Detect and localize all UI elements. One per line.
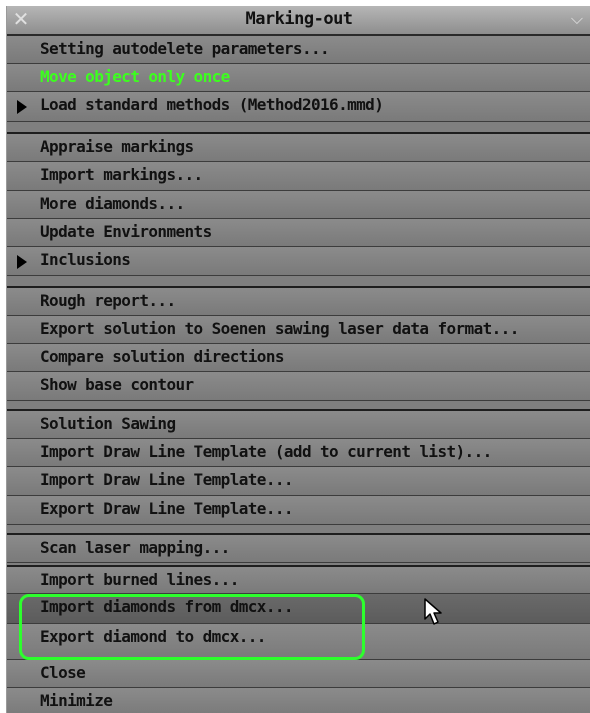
menu-item-import-draw-line-add[interactable]: Import Draw Line Template (add to curren… bbox=[7, 439, 590, 467]
menu-item-label: Move object only once bbox=[40, 67, 230, 86]
menu-item-compare-solution-directions[interactable]: Compare solution directions bbox=[7, 344, 590, 372]
menu-item-load-standard-methods[interactable]: Load standard methods (Method2016.mmd) bbox=[7, 92, 590, 122]
menu-title: Marking-out bbox=[245, 9, 353, 29]
submenu-arrow-icon bbox=[17, 255, 27, 269]
menu-item-label: Import burned lines... bbox=[40, 570, 239, 589]
menu-item-import-burned-lines[interactable]: Import burned lines... bbox=[7, 565, 590, 594]
menu-item-label: Export solution to Soenen sawing laser d… bbox=[40, 319, 519, 338]
menu-item-label: Import markings... bbox=[40, 165, 203, 184]
menu-item-label: Appraise markings bbox=[40, 137, 194, 156]
menu-item-label: Compare solution directions bbox=[40, 347, 284, 366]
menu-item-label: Import Draw Line Template (add to curren… bbox=[40, 442, 492, 461]
menu-item-label: Import diamonds from dmcx... bbox=[40, 597, 294, 616]
menu-item-label: Show base contour bbox=[40, 375, 194, 394]
menu-item-label: Inclusions bbox=[40, 250, 131, 269]
menu-item-label: Export diamond to dmcx... bbox=[40, 627, 266, 646]
marking-out-menu: ✕ Marking-out ⌵ Setting autodelete param… bbox=[6, 6, 590, 713]
menu-item-show-base-contour[interactable]: Show base contour bbox=[7, 372, 590, 401]
menu-item-rough-report[interactable]: Rough report... bbox=[7, 286, 590, 316]
menu-item-label: Update Environments bbox=[40, 222, 212, 241]
menu-item-minimize[interactable]: Minimize bbox=[7, 688, 590, 713]
menu-item-label: Close bbox=[40, 663, 86, 682]
menu-item-scan-laser-mapping[interactable]: Scan laser mapping... bbox=[7, 533, 590, 563]
menu-item-export-draw-line[interactable]: Export Draw Line Template... bbox=[7, 496, 590, 525]
menu-item-label: Scan laser mapping... bbox=[40, 538, 230, 557]
menu-item-export-soenen[interactable]: Export solution to Soenen sawing laser d… bbox=[7, 316, 590, 344]
menu-item-label: Load standard methods (Method2016.mmd) bbox=[40, 95, 384, 114]
menu-item-import-markings[interactable]: Import markings... bbox=[7, 162, 590, 191]
menu-item-label: More diamonds... bbox=[40, 194, 185, 213]
menu-item-setting-autodelete[interactable]: Setting autodelete parameters... bbox=[7, 36, 590, 64]
menu-item-more-diamonds[interactable]: More diamonds... bbox=[7, 191, 590, 219]
menu-item-export-diamond-dmcx[interactable]: Export diamond to dmcx... bbox=[7, 624, 590, 660]
chevron-down-icon[interactable]: ⌵ bbox=[565, 8, 589, 30]
mouse-pointer-icon bbox=[424, 598, 442, 625]
menu-item-label: Minimize bbox=[40, 691, 113, 710]
menu-item-label: Import Draw Line Template... bbox=[40, 470, 294, 489]
menu-item-label: Setting autodelete parameters... bbox=[40, 39, 330, 58]
menu-item-label: Rough report... bbox=[40, 291, 176, 310]
menu-item-solution-sawing[interactable]: Solution Sawing bbox=[7, 409, 590, 439]
menu-item-import-draw-line[interactable]: Import Draw Line Template... bbox=[7, 467, 590, 496]
submenu-arrow-icon bbox=[17, 100, 27, 114]
menu-item-appraise-markings[interactable]: Appraise markings bbox=[7, 132, 590, 162]
menu-item-update-environments[interactable]: Update Environments bbox=[7, 219, 590, 247]
menu-item-label: Solution Sawing bbox=[40, 414, 176, 433]
menu-item-import-diamonds-dmcx[interactable]: Import diamonds from dmcx... bbox=[7, 594, 590, 624]
menu-item-label: Export Draw Line Template... bbox=[40, 499, 294, 518]
menu-titlebar: ✕ Marking-out ⌵ bbox=[7, 6, 590, 36]
menu-item-inclusions[interactable]: Inclusions bbox=[7, 247, 590, 276]
menu-item-close[interactable]: Close bbox=[7, 660, 590, 688]
menu-item-move-object-once[interactable]: Move object only once bbox=[7, 64, 590, 92]
